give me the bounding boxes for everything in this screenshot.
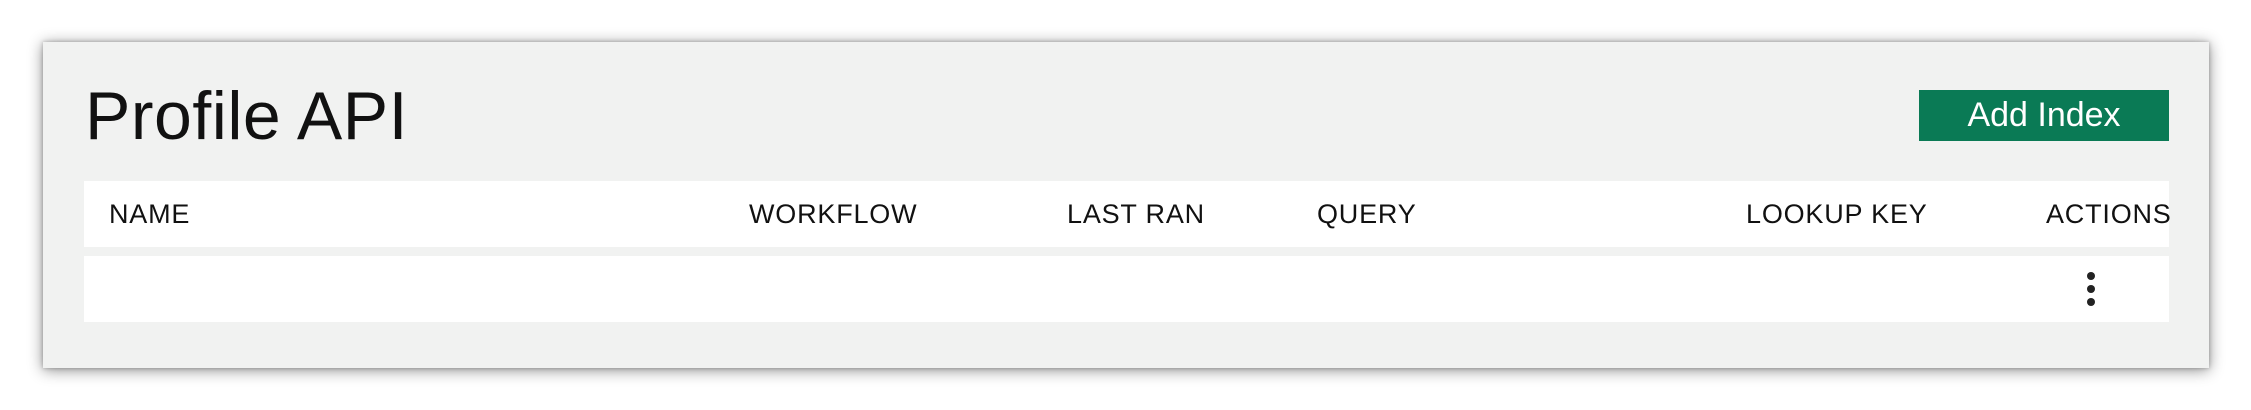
table-row [84, 256, 2169, 322]
index-table: NAME WORKFLOW LAST RAN QUERY LOOKUP KEY … [84, 181, 2172, 322]
column-header-lookup-key: LOOKUP KEY [1746, 199, 1928, 229]
more-vertical-icon[interactable] [2076, 268, 2106, 310]
index-panel: Profile API Add Index NAME WORKFLOW LAST… [43, 42, 2209, 368]
kebab-dot [2087, 285, 2095, 293]
table-body [84, 256, 2169, 322]
kebab-dot [2087, 272, 2095, 280]
column-header-name: NAME [109, 199, 191, 229]
table-header: NAME WORKFLOW LAST RAN QUERY LOOKUP KEY … [84, 181, 2172, 247]
column-header-query: QUERY [1317, 199, 1417, 229]
column-header-workflow: WORKFLOW [749, 199, 918, 229]
column-header-last-ran: LAST RAN [1067, 199, 1205, 229]
page-title: Profile API [85, 78, 408, 154]
kebab-dot [2087, 298, 2095, 306]
add-index-button[interactable]: Add Index [1919, 90, 2169, 141]
column-header-actions: ACTIONS [2046, 199, 2172, 229]
